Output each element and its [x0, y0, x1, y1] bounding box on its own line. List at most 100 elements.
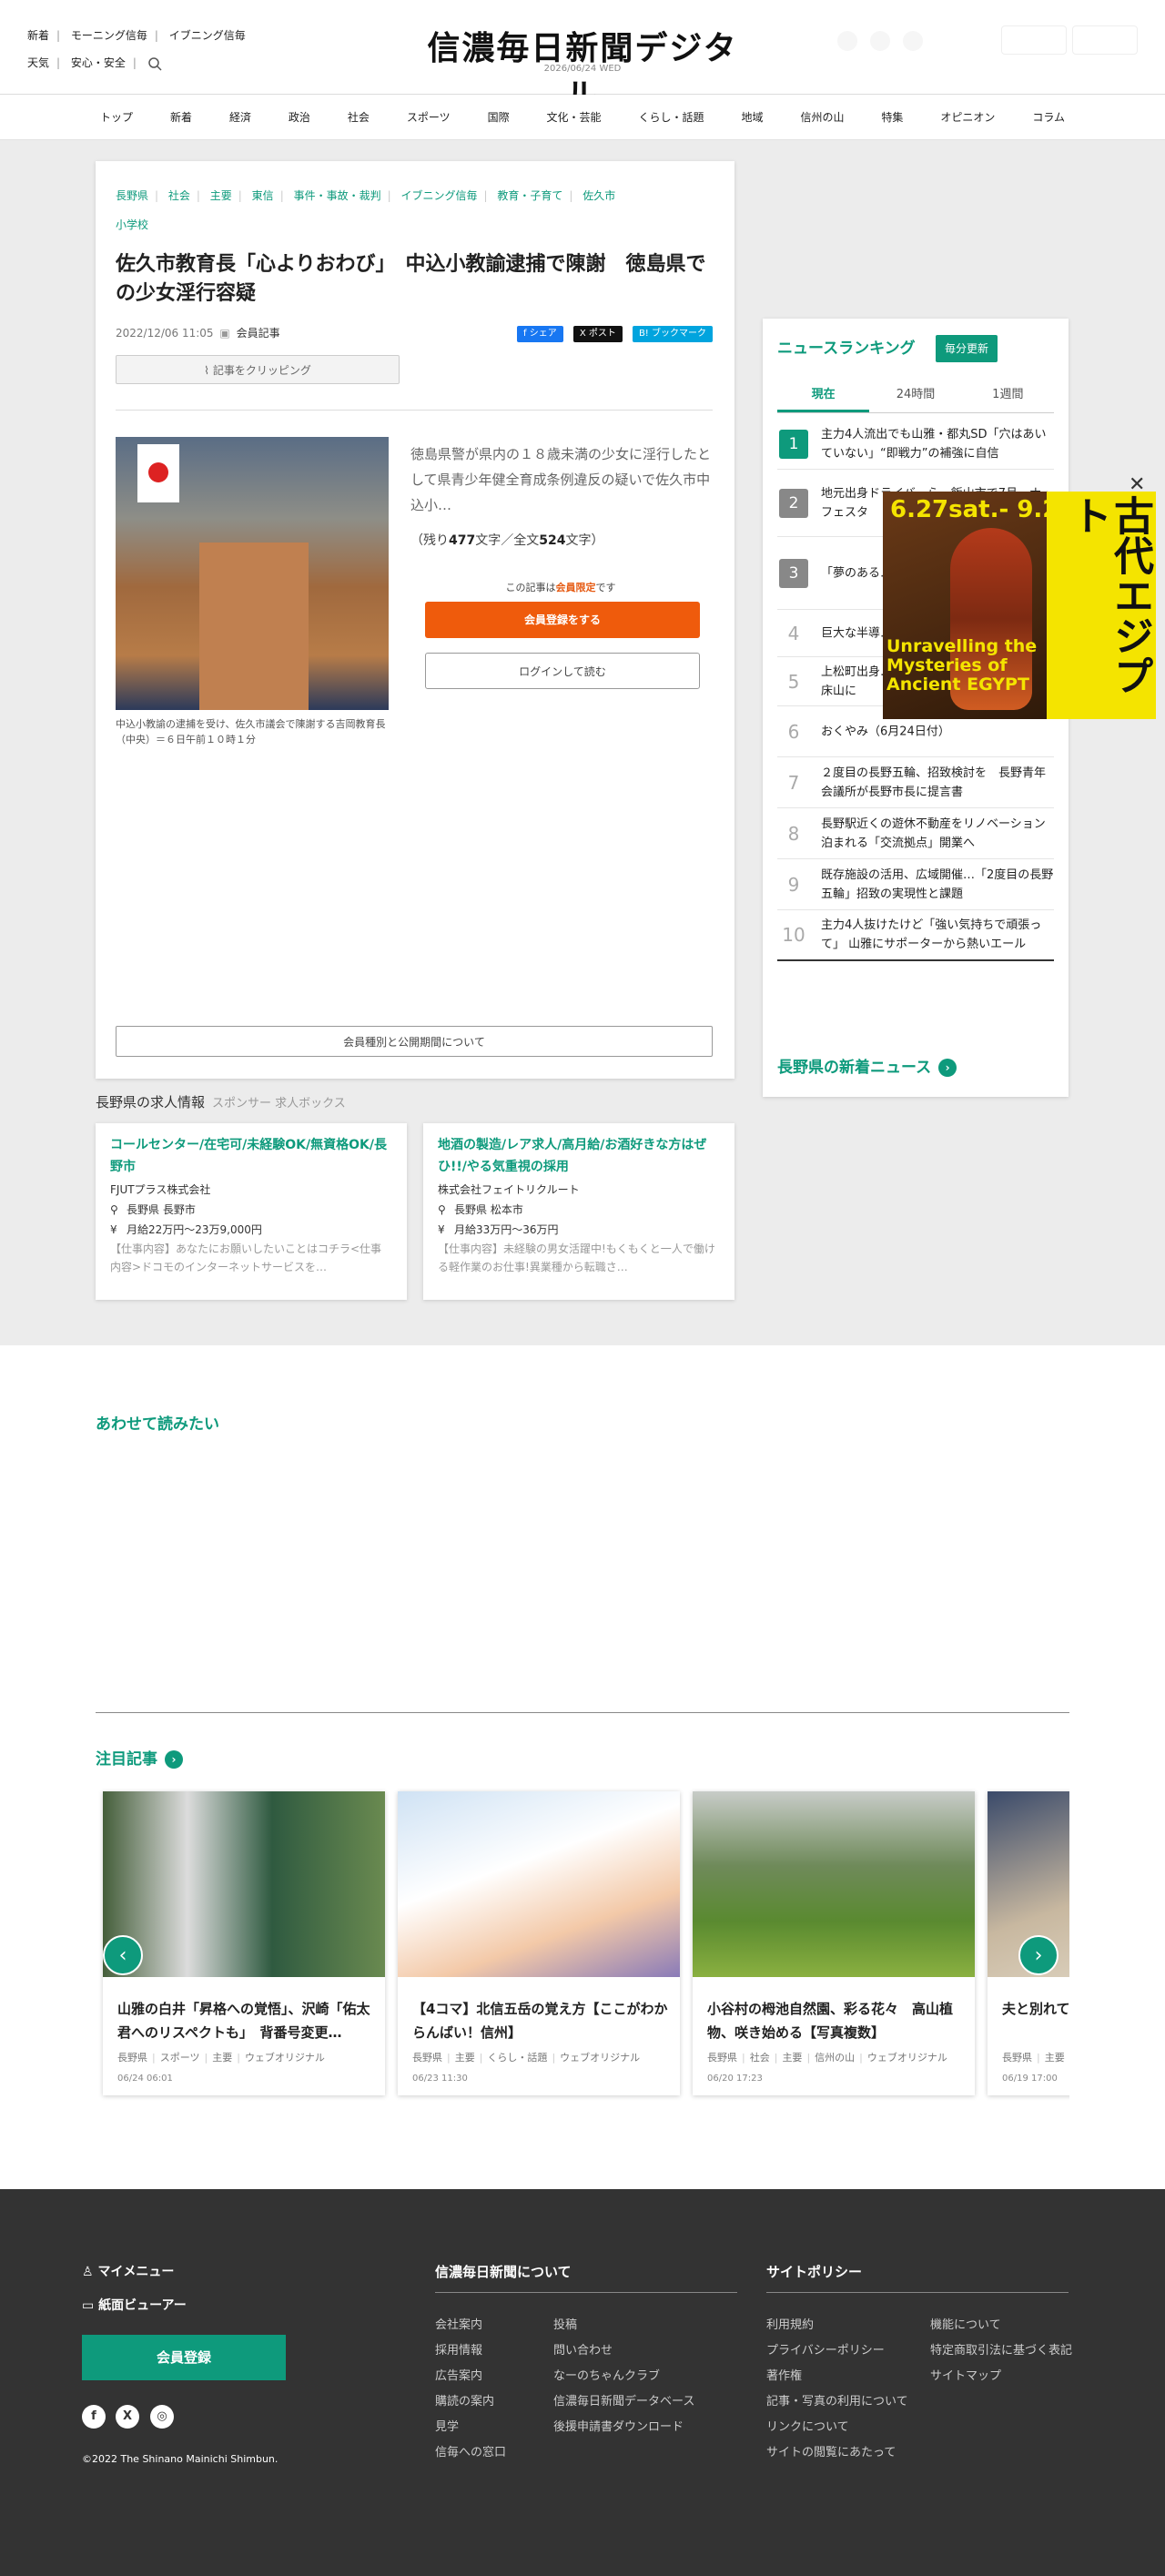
viewer-link[interactable]: ▭ 紙面ビューアー — [82, 2296, 187, 2314]
footer-link[interactable]: 採用情報 — [435, 2338, 506, 2364]
footer-link[interactable]: 記事・写真の利用について — [766, 2389, 908, 2415]
ranking-item[interactable]: 7 ２度目の長野五輪、招致検討を 長野青年会議所が長野市長に提言書 — [777, 757, 1054, 808]
nav-item[interactable]: 国際 — [488, 95, 510, 140]
featured-title[interactable]: 【4コマ】北信五岳の覚え方【ここがわからんばい！信州】 — [412, 1997, 671, 2044]
prefecture-news-link[interactable]: 長野県の新着ニュース › — [777, 1054, 957, 1077]
nav-item[interactable]: 経済 — [229, 95, 251, 140]
ranking-item[interactable]: 9 既存施設の活用、広域開催…「2度目の長野五輪」招致の実現性と課題 — [777, 859, 1054, 910]
featured-heading[interactable]: 注目記事 › — [96, 1746, 183, 1769]
footer-link[interactable]: 後援申請書ダウンロード — [553, 2415, 694, 2440]
exhibition-ad-banner[interactable]: 6.27sat.- 9.27sun. Unravelling the Myste… — [883, 492, 1156, 719]
footer-link[interactable]: サイトマップ — [930, 2364, 1072, 2389]
job-card[interactable]: 地酒の製造/レア求人/高月給/お酒好きな方はぜひ!!/やる気重視の採用 株式会社… — [423, 1123, 734, 1300]
carousel-prev-button[interactable]: ‹ — [103, 1935, 143, 1975]
ranking-item[interactable]: 1 主力4人流出でも山雅・都丸SD「穴はあいていない」“即戦力”の補強に自信 — [777, 419, 1054, 470]
nav-item[interactable]: 地域 — [741, 95, 763, 140]
nav-item[interactable]: 政治 — [289, 95, 310, 140]
nav-item[interactable]: 新着 — [170, 95, 192, 140]
rank-title[interactable]: 長野駅近くの遊休不動産をリノベーション 泊まれる「交流拠点」開業へ — [821, 815, 1058, 853]
nav-item[interactable]: くらし・話題 — [639, 95, 704, 140]
nav-item[interactable]: オピニオン — [940, 95, 995, 140]
faded-icon[interactable] — [837, 31, 857, 51]
header-link-safety[interactable]: 安心・安全 — [71, 56, 126, 69]
tag-link[interactable]: 長野県 — [116, 189, 148, 202]
footer-link[interactable]: 見学 — [435, 2415, 506, 2440]
footer-link[interactable]: 広告案内 — [435, 2364, 506, 2389]
header-link-evening[interactable]: イブニング信毎 — [169, 29, 246, 42]
tag[interactable]: スポーツ — [160, 2052, 200, 2064]
featured-card[interactable]: 小谷村の栂池自然園、彩る花々 高山植物、咲き始める【写真複数】 長野県 | 社会 | 主… — [693, 1791, 975, 2095]
mymenu-link[interactable]: ♙ マイメニュー — [82, 2262, 174, 2280]
tag[interactable]: くらし・話題 — [487, 2052, 547, 2064]
carousel-next-button[interactable]: › — [1018, 1935, 1059, 1975]
tag[interactable]: 社会 — [750, 2052, 770, 2064]
nav-item[interactable]: トップ — [100, 95, 133, 140]
footer-link[interactable]: プライバシーポリシー — [766, 2338, 908, 2364]
tab-now[interactable]: 現在 — [777, 380, 870, 412]
featured-title[interactable]: 山雅の白井「昇格への覚悟」、沢崎「佑太君へのリスペクトも」 背番号変更… — [117, 1997, 376, 2044]
membership-info-button[interactable]: 会員種別と公開期間について — [116, 1026, 713, 1057]
nav-item[interactable]: スポーツ — [407, 95, 451, 140]
nav-item[interactable]: 文化・芸能 — [547, 95, 602, 140]
job-card[interactable]: コールセンター/在宅可/未経験OK/無資格OK/長野市 FJUTプラス株式会社 … — [96, 1123, 407, 1300]
tag[interactable]: 長野県 — [117, 2052, 147, 2064]
tag[interactable]: 長野県 — [412, 2052, 442, 2064]
tag[interactable]: ウェブオリジナル — [867, 2052, 947, 2064]
footer-link[interactable]: リンクについて — [766, 2415, 908, 2440]
ranking-item[interactable]: 8 長野駅近くの遊休不動産をリノベーション 泊まれる「交流拠点」開業へ — [777, 808, 1058, 859]
tag[interactable]: 主要 — [212, 2052, 232, 2064]
footer-link[interactable]: 利用規約 — [766, 2313, 908, 2338]
rank-title[interactable]: おくやみ（6月24日付） — [821, 722, 1054, 741]
header-link-new[interactable]: 新着 — [27, 29, 49, 42]
nav-item[interactable]: 特集 — [881, 95, 903, 140]
footer-link[interactable]: サイトの閲覧にあたって — [766, 2440, 908, 2466]
footer-link[interactable]: 投稿 — [553, 2313, 694, 2338]
faded-header-button[interactable] — [1001, 25, 1067, 55]
tag[interactable]: 主要 — [1045, 2052, 1065, 2064]
close-icon[interactable]: ✕ — [1129, 473, 1145, 496]
facebook-icon[interactable]: f — [82, 2405, 106, 2429]
register-button[interactable]: 会員登録をする — [425, 602, 700, 638]
footer-register-button[interactable]: 会員登録 — [82, 2335, 286, 2380]
faded-icon[interactable] — [870, 31, 890, 51]
footer-link[interactable]: 特定商取引法に基づく表記 — [930, 2338, 1072, 2364]
tag[interactable]: 主要 — [782, 2052, 802, 2064]
footer-link[interactable]: 機能について — [930, 2313, 1072, 2338]
nav-item[interactable]: 信州の山 — [800, 95, 844, 140]
featured-card[interactable]: 山雅の白井「昇格への覚悟」、沢崎「佑太君へのリスペクトも」 背番号変更… 長野県… — [103, 1791, 385, 2095]
footer-link[interactable]: なーのちゃんクラブ — [553, 2364, 694, 2389]
header-link-weather[interactable]: 天気 — [27, 56, 49, 69]
x-post-button[interactable]: X ポスト — [572, 326, 623, 342]
rank-title[interactable]: 主力4人抜けたけど「強い気持ちで頑張って」 山雅にサポーターから熱いエール — [821, 916, 1054, 954]
featured-title[interactable]: 夫と別れて…は 交剔し… — [1002, 1997, 1069, 2021]
tag[interactable]: 長野県 — [707, 2052, 737, 2064]
tag[interactable]: 主要 — [455, 2052, 475, 2064]
instagram-icon[interactable]: ◎ — [150, 2405, 174, 2429]
tag-link[interactable]: 東信 — [252, 189, 274, 202]
footer-link[interactable]: 信毎への窓口 — [435, 2440, 506, 2466]
nav-item[interactable]: コラム — [1032, 95, 1065, 140]
footer-link[interactable]: 著作権 — [766, 2364, 908, 2389]
tag[interactable]: ウェブオリジナル — [245, 2052, 325, 2064]
tag-link[interactable]: イブニング信毎 — [400, 189, 477, 202]
faded-icon[interactable] — [903, 31, 923, 51]
facebook-share-button[interactable]: f シェア — [517, 326, 563, 342]
article-photo[interactable] — [116, 437, 389, 710]
rank-title[interactable]: 既存施設の活用、広域開催…「2度目の長野五輪」招致の実現性と課題 — [821, 866, 1054, 904]
search-icon[interactable] — [147, 56, 162, 71]
tab-24h[interactable]: 24時間 — [869, 380, 961, 412]
featured-card[interactable]: 【4コマ】北信五岳の覚え方【ここがわからんばい！信州】 長野県 | 主要 | くらし・話… — [398, 1791, 680, 2095]
tag-link[interactable]: 教育・子育て — [497, 189, 562, 202]
tab-1week[interactable]: 1週間 — [962, 380, 1054, 412]
tag[interactable]: 長野県 — [1002, 2052, 1032, 2064]
ranking-item[interactable]: 10 主力4人抜けたけど「強い気持ちで頑張って」 山雅にサポーターから熱いエール — [777, 910, 1054, 961]
tag-link[interactable]: 主要 — [210, 189, 232, 202]
rank-title[interactable]: ２度目の長野五輪、招致検討を 長野青年会議所が長野市長に提言書 — [821, 764, 1054, 802]
featured-title[interactable]: 小谷村の栂池自然園、彩る花々 高山植物、咲き始める【写真複数】 — [707, 1997, 966, 2044]
tag-link[interactable]: 社会 — [168, 189, 190, 202]
tag[interactable]: ウェブオリジナル — [560, 2052, 640, 2064]
tag[interactable]: 信州の山 — [815, 2052, 855, 2064]
tag-link[interactable]: 小学校 — [116, 218, 148, 231]
rank-title[interactable]: 主力4人流出でも山雅・都丸SD「穴はあいていない」“即戦力”の補強に自信 — [821, 425, 1054, 463]
nav-item[interactable]: 社会 — [348, 95, 370, 140]
